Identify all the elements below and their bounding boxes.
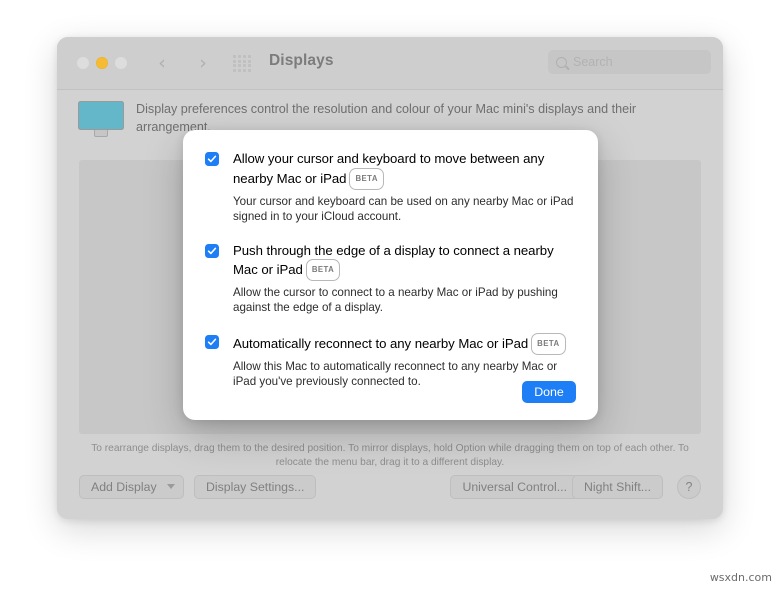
search-input[interactable]: Search bbox=[573, 55, 613, 69]
beta-badge: BETA bbox=[531, 333, 566, 355]
bottom-button-bar: Add Display Display Settings... Universa… bbox=[57, 463, 723, 519]
checkbox-automatically-reconnect[interactable] bbox=[205, 335, 219, 349]
option-description: Allow the cursor to connect to a nearby … bbox=[233, 286, 558, 314]
option-title: Push through the edge of a display to co… bbox=[233, 242, 576, 281]
checkbox-push-through-edge[interactable] bbox=[205, 243, 219, 258]
help-button[interactable]: ? bbox=[677, 475, 701, 499]
display-settings-button[interactable]: Display Settings... bbox=[194, 475, 317, 499]
option-description: Your cursor and keyboard can be used on … bbox=[233, 194, 574, 223]
option-row: Automatically reconnect to any nearby Ma… bbox=[205, 333, 576, 389]
option-title-text: Push through the edge of a display to co… bbox=[233, 242, 554, 278]
zoom-button[interactable] bbox=[115, 57, 127, 69]
checkbox-allow-cursor-keyboard[interactable] bbox=[205, 152, 219, 166]
chevron-down-icon bbox=[166, 484, 175, 489]
beta-badge: BETA bbox=[305, 259, 341, 281]
show-all-grid-icon[interactable] bbox=[233, 55, 251, 72]
window-title: Displays bbox=[269, 52, 334, 69]
beta-badge: BETA bbox=[349, 167, 384, 190]
night-shift-button[interactable]: Night Shift... bbox=[572, 475, 663, 499]
option-title-text: Allow your cursor and keyboard to move b… bbox=[233, 151, 545, 186]
done-button[interactable]: Done bbox=[522, 381, 576, 403]
add-display-label: Add Display bbox=[91, 480, 157, 494]
add-display-button[interactable]: Add Display bbox=[79, 475, 184, 499]
forward-button[interactable]: › bbox=[192, 52, 214, 74]
close-button[interactable] bbox=[77, 57, 89, 69]
option-title: Automatically reconnect to any nearby Ma… bbox=[233, 333, 576, 355]
option-row: Allow your cursor and keyboard to move b… bbox=[205, 150, 576, 224]
back-button[interactable]: ‹ bbox=[151, 52, 173, 74]
universal-control-sheet: Allow your cursor and keyboard to move b… bbox=[183, 130, 598, 420]
search-icon bbox=[556, 56, 567, 68]
option-title: Allow your cursor and keyboard to move b… bbox=[233, 150, 576, 190]
search-field[interactable]: Search bbox=[548, 50, 711, 74]
minimize-button[interactable] bbox=[96, 57, 108, 69]
option-title-text: Automatically reconnect to any nearby Ma… bbox=[233, 336, 529, 351]
universal-control-button[interactable]: Universal Control... bbox=[450, 475, 579, 499]
window-toolbar: ‹ › Displays Search bbox=[57, 37, 723, 90]
watermark: wsxdn.com bbox=[709, 571, 772, 584]
display-monitor-icon bbox=[78, 101, 124, 137]
option-row: Push through the edge of a display to co… bbox=[205, 242, 576, 316]
